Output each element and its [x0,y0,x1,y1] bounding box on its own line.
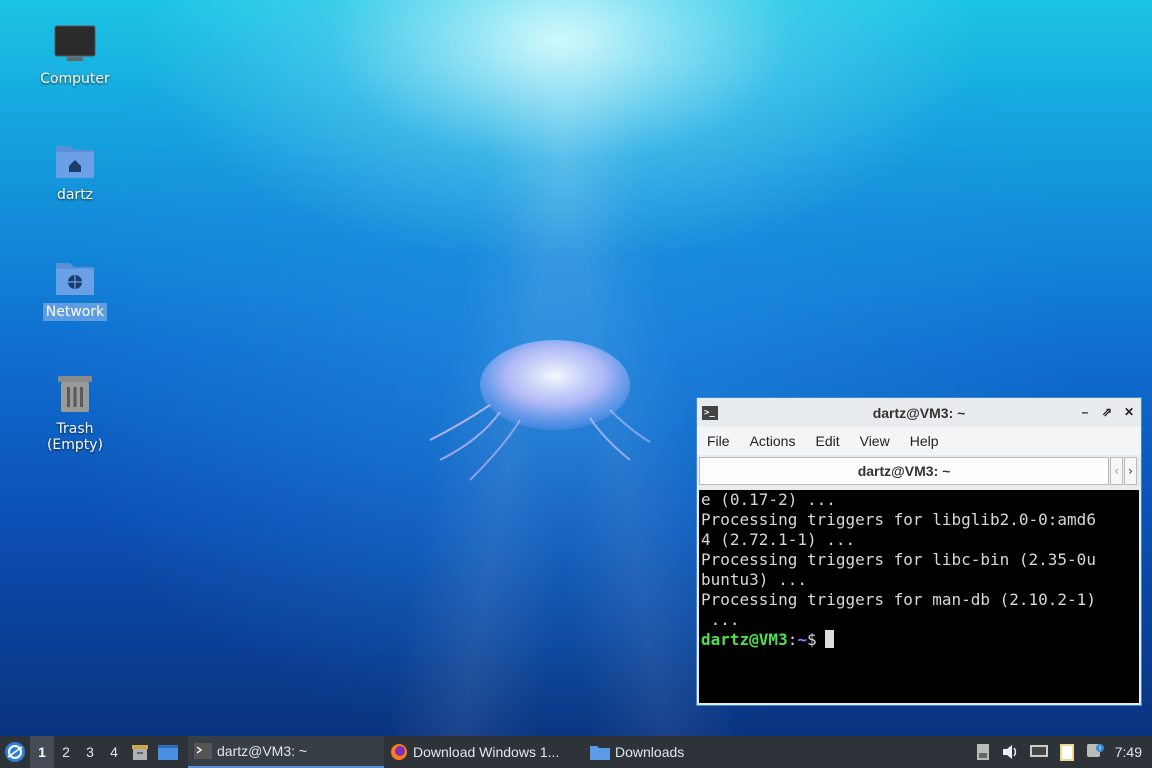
window-title: dartz@VM3: ~ [872,404,966,421]
svg-text:!: ! [1098,745,1101,753]
task-label: Download Windows 1... [413,744,560,760]
terminal-line: e (0.17-2) ... [701,490,836,509]
task-label: Downloads [615,744,685,760]
volume-icon[interactable] [997,736,1025,768]
task-downloads[interactable]: Downloads [584,736,764,768]
prompt-path: ~ [797,630,807,649]
desktop-icon-home[interactable]: dartz [25,138,125,204]
text-cursor [824,630,834,648]
clock[interactable]: 7:49 [1109,744,1152,760]
terminal-tab[interactable]: dartz@VM3: ~ [699,457,1109,485]
start-menu-button[interactable] [0,736,30,768]
workspace-2[interactable]: 2 [54,736,78,768]
menu-help[interactable]: Help [900,433,949,449]
wallpaper-jellyfish [429,340,651,481]
workspace-3[interactable]: 3 [78,736,102,768]
tab-scroll-left-icon[interactable]: ‹ [1110,457,1123,485]
prompt-symbol: $ [806,630,817,649]
desktop-icon-label: Trash (Empty) [46,421,104,453]
terminal-icon [194,743,212,759]
workspace-4[interactable]: 4 [102,736,126,768]
desktop-icon-label: dartz [56,187,94,203]
tab-scroll-right-icon[interactable]: › [1124,457,1137,485]
minimize-button[interactable]: – [1077,404,1093,420]
terminal-line: buntu3) ... [701,570,807,589]
desktop-icon-computer[interactable]: Computer [25,22,125,88]
network-folder-icon [53,255,97,299]
file-manager-launcher[interactable] [154,736,182,768]
notification-icon[interactable]: ! [1081,736,1109,768]
terminal-titlebar[interactable]: >_ dartz@VM3: ~ – ⇗ ✕ [697,398,1141,427]
home-folder-icon [53,138,97,182]
desktop-icon-trash[interactable]: Trash (Empty) [25,372,125,454]
close-button[interactable]: ✕ [1121,404,1137,420]
terminal-line: ... [701,610,740,629]
task-terminal[interactable]: dartz@VM3: ~ [188,736,384,768]
prompt-user: dartz@VM3 [701,630,788,649]
workspace-1[interactable]: 1 [30,736,54,768]
keyboard-layout-icon[interactable] [969,736,997,768]
tab-bar: dartz@VM3: ~ ‹ › [697,455,1141,489]
archive-icon [132,745,148,760]
network-icon[interactable] [1025,736,1053,768]
maximize-button[interactable]: ⇗ [1099,404,1115,420]
terminal-output[interactable]: e (0.17-2) ... Processing triggers for li… [699,490,1139,703]
task-label: dartz@VM3: ~ [217,743,308,759]
clipboard-icon[interactable] [1053,736,1081,768]
computer-icon [53,22,97,66]
trash-icon [53,372,97,416]
menu-view[interactable]: View [850,433,900,449]
task-firefox[interactable]: Download Windows 1... [384,736,584,768]
menu-edit[interactable]: Edit [805,433,849,449]
firefox-icon [391,744,407,760]
desktop-icon-label: Network [42,303,108,321]
terminal-line: Processing triggers for libglib2.0-0:amd… [701,510,1096,529]
terminal-prompt: dartz@VM3:~$ [701,630,1139,650]
terminal-line: 4 (2.72.1-1) ... [701,530,856,549]
prompt-separator: : [787,630,798,649]
menu-file[interactable]: File [697,433,740,449]
lubuntu-logo-icon [5,742,25,762]
terminal-line: Processing triggers for man-db (2.10.2-1… [701,590,1096,609]
folder-icon [590,746,610,760]
terminal-line: Processing triggers for libc-bin (2.35-0… [701,550,1096,569]
window-icon [158,745,178,760]
terminal-window[interactable]: >_ dartz@VM3: ~ – ⇗ ✕ File Actions Edit … [696,397,1142,706]
menu-bar: File Actions Edit View Help [697,427,1141,455]
taskbar: 1 2 3 4 dartz@VM3: ~ Download Windows 1.… [0,736,1152,768]
desktop-icon-label: Computer [40,71,110,87]
system-tray: ! 7:49 [969,736,1152,768]
desktop-icon-network[interactable]: Network [25,255,125,321]
show-desktop-button[interactable] [126,736,154,768]
menu-actions[interactable]: Actions [740,433,806,449]
